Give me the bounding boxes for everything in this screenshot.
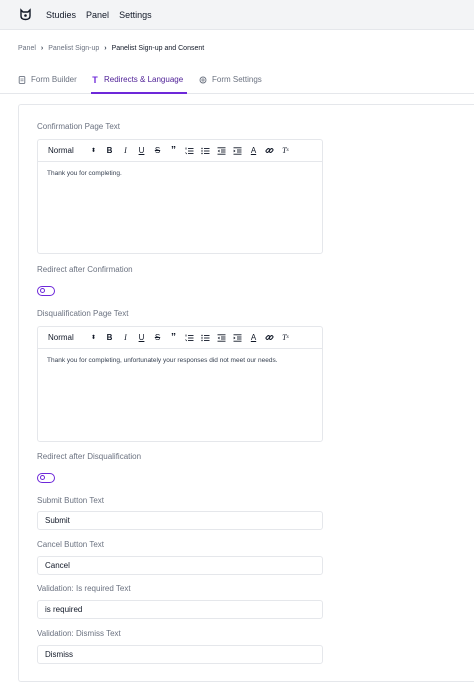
- outdent-icon[interactable]: [216, 145, 227, 157]
- indent-icon[interactable]: [232, 145, 243, 157]
- toggle-knob: [39, 288, 45, 293]
- bold-icon[interactable]: B: [104, 145, 115, 157]
- link-icon[interactable]: [264, 332, 275, 344]
- strikethrough-icon[interactable]: S: [152, 145, 163, 157]
- tab-form-builder-label: Form Builder: [31, 75, 77, 84]
- confirmation-editor: Normal ⬍ B I U S ” A Tx Thank you for co…: [37, 139, 323, 254]
- underline-icon[interactable]: U: [136, 145, 147, 157]
- validation-required-input[interactable]: is required: [37, 600, 323, 619]
- link-icon[interactable]: [264, 145, 275, 157]
- outdent-icon[interactable]: [216, 332, 227, 344]
- breadcrumb-panel[interactable]: Panel: [18, 45, 36, 52]
- text-color-icon[interactable]: A: [248, 145, 259, 157]
- indent-icon[interactable]: [232, 332, 243, 344]
- nav-panel[interactable]: Panel: [86, 10, 109, 20]
- text-icon: T: [92, 74, 98, 85]
- ordered-list-icon[interactable]: [184, 332, 195, 344]
- cancel-button-text-label: Cancel Button Text: [37, 540, 105, 549]
- validation-dismiss-label: Validation: Dismiss Text: [37, 629, 121, 638]
- format-select-value: Normal: [48, 333, 74, 342]
- tab-redirects-language-label: Redirects & Language: [104, 75, 184, 84]
- format-select[interactable]: Normal ⬍: [48, 146, 96, 155]
- underline-icon[interactable]: U: [136, 332, 147, 344]
- tab-form-builder[interactable]: Form Builder: [18, 75, 77, 84]
- editor-toolbar: Normal ⬍ B I U S ” A Tx: [38, 140, 322, 162]
- disqualification-editor-body[interactable]: Thank you for completing, unfortunately …: [38, 349, 322, 372]
- disqualification-label: Disqualification Page Text: [37, 309, 129, 318]
- tab-form-settings-label: Form Settings: [212, 75, 262, 84]
- toggle-knob: [39, 475, 45, 480]
- clear-format-icon[interactable]: Tx: [280, 332, 291, 344]
- ordered-list-icon[interactable]: [184, 145, 195, 157]
- breadcrumb-current: Panelist Sign-up and Consent: [111, 45, 205, 52]
- sort-arrows-icon: ⬍: [90, 148, 96, 154]
- tab-bar: Form Builder T Redirects & Language Form…: [0, 68, 474, 94]
- redirect-confirmation-label: Redirect after Confirmation: [37, 265, 133, 274]
- italic-icon[interactable]: I: [120, 145, 131, 157]
- format-select-value: Normal: [48, 146, 74, 155]
- text-color-icon[interactable]: A: [248, 332, 259, 344]
- editor-toolbar: Normal ⬍ B I U S ” A Tx: [38, 327, 322, 349]
- nav-studies[interactable]: Studies: [46, 10, 76, 20]
- blockquote-icon[interactable]: ”: [168, 145, 179, 157]
- confirmation-editor-body[interactable]: Thank you for completing.: [38, 162, 322, 185]
- active-tab-indicator: [91, 92, 187, 94]
- top-nav-bar: Studies Panel Settings: [0, 0, 474, 30]
- submit-button-text-input[interactable]: Submit: [37, 511, 323, 530]
- validation-dismiss-input[interactable]: Dismiss: [37, 645, 323, 664]
- clear-format-icon[interactable]: Tx: [280, 145, 291, 157]
- tab-form-settings[interactable]: Form Settings: [199, 75, 262, 84]
- redirect-confirmation-toggle[interactable]: [37, 286, 55, 296]
- bold-icon[interactable]: B: [104, 332, 115, 344]
- gear-icon: [199, 76, 207, 84]
- breadcrumb: Panel › Panelist Sign-up › Panelist Sign…: [18, 45, 204, 52]
- tab-redirects-language[interactable]: T Redirects & Language: [91, 74, 184, 85]
- confirmation-label: Confirmation Page Text: [37, 122, 121, 131]
- strikethrough-icon[interactable]: S: [152, 332, 163, 344]
- italic-icon[interactable]: I: [120, 332, 131, 344]
- bullet-list-icon[interactable]: [200, 332, 211, 344]
- breadcrumb-panelist-signup[interactable]: Panelist Sign-up: [48, 45, 99, 52]
- blockquote-icon[interactable]: ”: [168, 332, 179, 344]
- sort-arrows-icon: ⬍: [90, 335, 96, 341]
- cancel-button-text-input[interactable]: Cancel: [37, 556, 323, 575]
- submit-button-text-label: Submit Button Text: [37, 496, 104, 505]
- disqualification-editor: Normal ⬍ B I U S ” A Tx Thank you for co…: [37, 326, 323, 442]
- validation-required-label: Validation: Is required Text: [37, 584, 131, 593]
- chevron-right-icon: ›: [104, 45, 107, 52]
- logo-icon[interactable]: [18, 8, 32, 22]
- chevron-right-icon: ›: [40, 45, 44, 52]
- redirect-disqualification-toggle[interactable]: [37, 473, 55, 483]
- redirect-disqualification-label: Redirect after Disqualification: [37, 452, 142, 461]
- bullet-list-icon[interactable]: [200, 145, 211, 157]
- format-select[interactable]: Normal ⬍: [48, 333, 96, 342]
- nav-settings[interactable]: Settings: [119, 10, 152, 20]
- document-icon: [18, 75, 26, 84]
